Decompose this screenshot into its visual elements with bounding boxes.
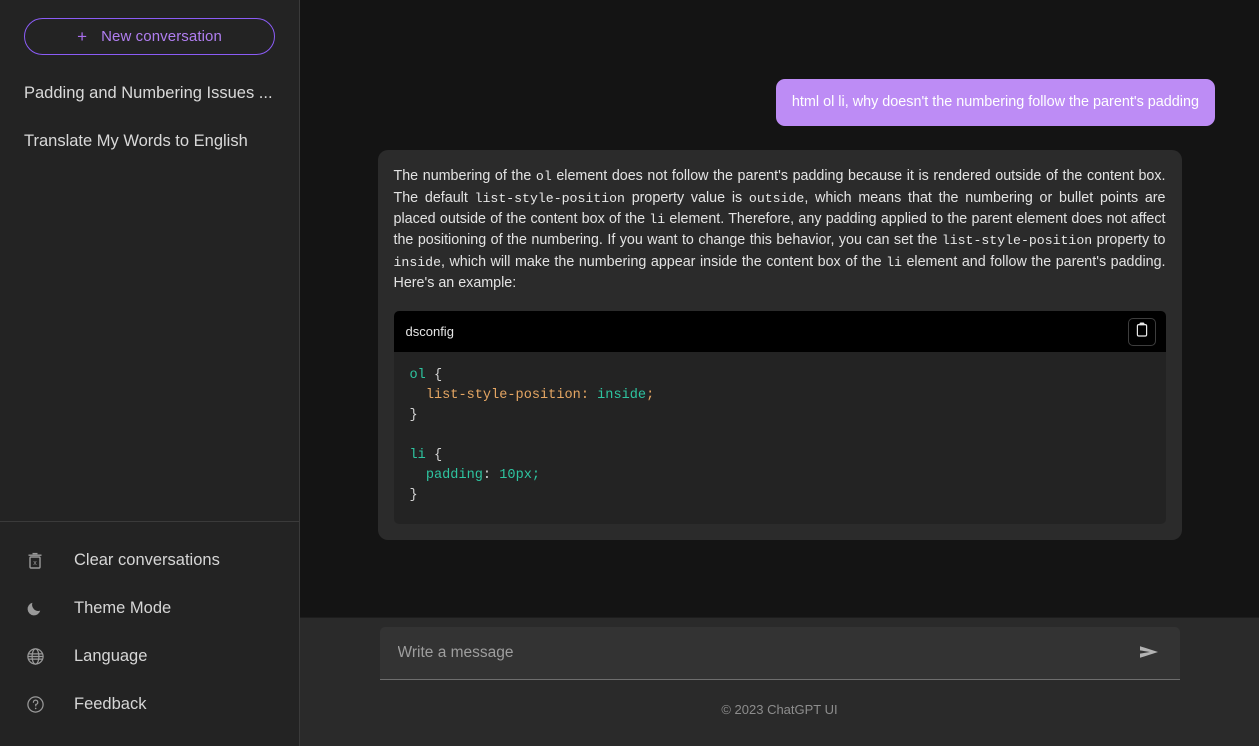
theme-mode-button[interactable]: Theme Mode (0, 584, 299, 632)
assistant-paragraph: The numbering of the ol element does not… (394, 166, 1166, 294)
code-token-property-2: padding (409, 468, 483, 484)
new-conversation-section: + New conversation (0, 0, 299, 55)
inline-code-list-style-position-2: list-style-position (941, 233, 1093, 249)
svg-text:x: x (33, 559, 37, 566)
user-message-row: html ol li, why doesn't the numbering fo… (344, 18, 1215, 127)
text-fragment: property value is (624, 189, 749, 206)
app-root: + New conversation Padding and Numbering… (0, 0, 1259, 746)
assistant-message-row: The numbering of the ol element does not… (344, 150, 1215, 541)
sidebar-footer: x Clear conversations Theme Mode Languag… (0, 521, 299, 746)
inline-code-outside: outside (748, 190, 805, 206)
code-token: ; (531, 468, 541, 484)
text-fragment: property to (1092, 232, 1166, 249)
code-token: : (580, 388, 598, 404)
theme-mode-label: Theme Mode (74, 598, 172, 617)
clear-conversations-label: Clear conversations (74, 550, 220, 569)
text-fragment: The numbering of the (393, 168, 536, 185)
code-token: { (425, 448, 443, 464)
send-arrow-icon (1137, 642, 1161, 665)
language-button[interactable]: Language (0, 632, 299, 680)
copy-code-button[interactable] (1127, 317, 1156, 346)
inline-code-inside: inside (393, 254, 441, 270)
code-token-selector-li: li (409, 448, 426, 464)
globe-icon (24, 645, 46, 667)
conversation-item-0[interactable]: Padding and Numbering Issues ... (0, 75, 299, 111)
trash-delete-icon: x (24, 549, 46, 571)
send-message-button[interactable] (1134, 638, 1164, 668)
assistant-message-card: The numbering of the ol element does not… (377, 150, 1182, 541)
code-block: dsconfig ol { list-style-position: insid… (393, 311, 1166, 525)
inline-code-ol: ol (535, 169, 552, 185)
code-token: } (409, 488, 418, 504)
clear-conversations-button[interactable]: x Clear conversations (0, 536, 299, 584)
user-message-bubble: html ol li, why doesn't the numbering fo… (775, 79, 1215, 127)
footer-copyright: © 2023 ChatGPT UI (721, 702, 838, 717)
code-token: { (425, 368, 443, 384)
message-input[interactable] (397, 644, 1134, 662)
chat-message-list: html ol li, why doesn't the numbering fo… (300, 0, 1259, 617)
sidebar: + New conversation Padding and Numbering… (0, 0, 300, 746)
new-conversation-button[interactable]: + New conversation (24, 18, 275, 55)
code-token: } (409, 408, 418, 424)
inline-code-li-2: li (886, 254, 902, 270)
composer-area: © 2023 ChatGPT UI (300, 617, 1259, 746)
code-token-property-1: list-style-position (409, 388, 581, 404)
code-token: ; (646, 388, 655, 404)
feedback-button[interactable]: Feedback (0, 680, 299, 728)
code-token-selector-ol: ol (409, 368, 426, 384)
feedback-label: Feedback (74, 694, 147, 713)
inline-code-li: li (649, 212, 666, 228)
question-circle-icon (24, 693, 46, 715)
code-language-label: dsconfig (405, 324, 454, 340)
moon-icon (24, 597, 46, 619)
main-panel: html ol li, why doesn't the numbering fo… (300, 0, 1259, 746)
text-fragment: , which will make the numbering appear i… (440, 253, 887, 270)
language-label: Language (74, 646, 148, 665)
conversation-list: Padding and Numbering Issues ... Transla… (0, 55, 299, 521)
code-block-content: ol { list-style-position: inside; } li {… (393, 352, 1166, 525)
inline-code-list-style-position: list-style-position (474, 190, 625, 206)
conversation-item-1[interactable]: Translate My Words to English (0, 123, 299, 159)
code-token: : (482, 468, 500, 484)
plus-icon: + (77, 27, 88, 46)
clipboard-copy-icon (1135, 322, 1149, 341)
code-token-value-2: 10px (499, 468, 532, 484)
code-block-header: dsconfig (393, 311, 1166, 353)
new-conversation-label: New conversation (101, 28, 222, 45)
message-composer[interactable] (379, 627, 1180, 680)
code-token-value-1: inside (597, 388, 647, 404)
